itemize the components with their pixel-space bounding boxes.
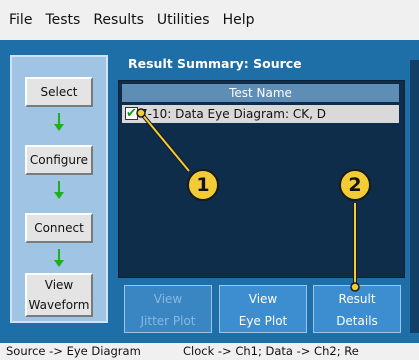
callout-1: 1 <box>187 169 219 201</box>
callout-2: 2 <box>339 169 371 201</box>
